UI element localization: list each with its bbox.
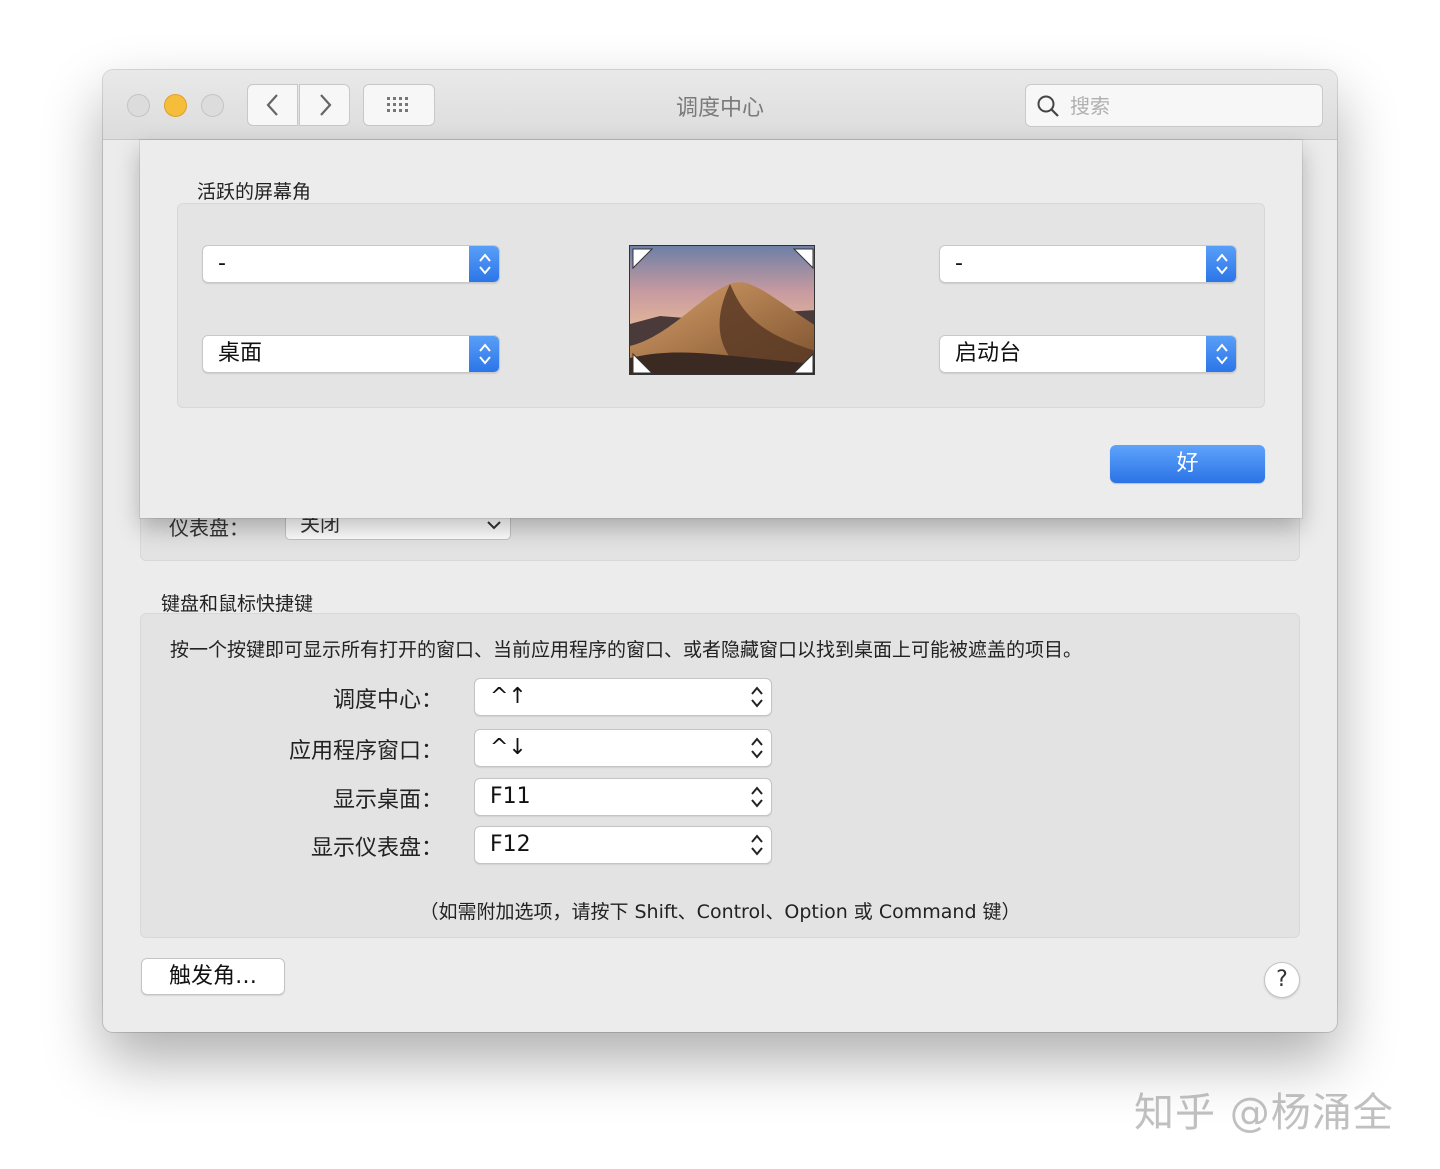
modifier-keys-note: （如需附加选项，请按下 Shift、Control、Option 或 Comma… (419, 901, 1021, 923)
up-down-arrows-icon (751, 786, 763, 808)
show-dashboard-label: 显示仪表盘： (310, 836, 443, 861)
top-right-corner-popup[interactable]: - (939, 245, 1237, 283)
bottom-left-corner-value: 桌面 (218, 341, 263, 366)
up-down-arrows-icon (751, 737, 763, 759)
hot-corners-button[interactable]: 触发角… (141, 958, 285, 995)
top-right-corner-value: - (955, 251, 963, 276)
shortcuts-description: 按一个按键即可显示所有打开的窗口、当前应用程序的窗口、或者隐藏窗口以找到桌面上可… (170, 639, 1083, 661)
sheet-title: 活跃的屏幕角 (197, 181, 312, 203)
search-input[interactable] (1068, 92, 1308, 119)
bottom-right-corner-value: 启动台 (955, 341, 1022, 366)
application-windows-shortcut-popup[interactable]: ^↓ (474, 729, 772, 767)
show-desktop-label: 显示桌面： (332, 788, 443, 813)
mission-control-shortcut-value: ^↑ (490, 684, 527, 709)
up-down-arrows-icon (478, 343, 491, 365)
popup-stepper (1206, 336, 1236, 372)
title-bar: 调度中心 (103, 70, 1337, 140)
show-dashboard-shortcut-popup[interactable]: F12 (474, 826, 772, 864)
up-down-arrows-icon (1215, 343, 1228, 365)
up-down-arrows-icon (751, 686, 763, 708)
preferences-window: 调度中心 仪表盘： 关闭 键盘和鼠标快捷键 按一个按键即可显示所有打开的窗口、当… (103, 70, 1337, 1032)
up-down-arrows-icon (751, 834, 763, 856)
top-left-corner-value: - (218, 251, 226, 276)
help-button[interactable]: ? (1264, 962, 1300, 998)
watermark-text: 知乎 @杨涌全 (1134, 1090, 1394, 1136)
up-down-arrows-icon (1215, 253, 1228, 275)
show-desktop-shortcut-value: F11 (490, 784, 531, 809)
show-dashboard-shortcut-value: F12 (490, 832, 531, 857)
top-left-corner-popup[interactable]: - (202, 245, 500, 283)
show-desktop-shortcut-popup[interactable]: F11 (474, 778, 772, 816)
search-icon (1037, 95, 1059, 117)
application-windows-label: 应用程序窗口： (288, 739, 443, 764)
mission-control-label: 调度中心： (332, 688, 443, 713)
shortcuts-section-title: 键盘和鼠标快捷键 (161, 593, 314, 615)
bottom-right-corner-popup[interactable]: 启动台 (939, 335, 1237, 373)
popup-stepper (469, 246, 499, 282)
ok-button[interactable]: 好 (1110, 445, 1265, 483)
popup-stepper (469, 336, 499, 372)
application-windows-shortcut-value: ^↓ (490, 735, 527, 760)
active-screen-corners-sheet: 活跃的屏幕角 - 桌面 - 启动台 好 (140, 140, 1302, 518)
popup-stepper (1206, 246, 1236, 282)
screen-preview-image (629, 245, 815, 375)
bottom-left-corner-popup[interactable]: 桌面 (202, 335, 500, 373)
mission-control-shortcut-popup[interactable]: ^↑ (474, 678, 772, 716)
up-down-arrows-icon (478, 253, 491, 275)
search-field[interactable] (1025, 84, 1323, 127)
